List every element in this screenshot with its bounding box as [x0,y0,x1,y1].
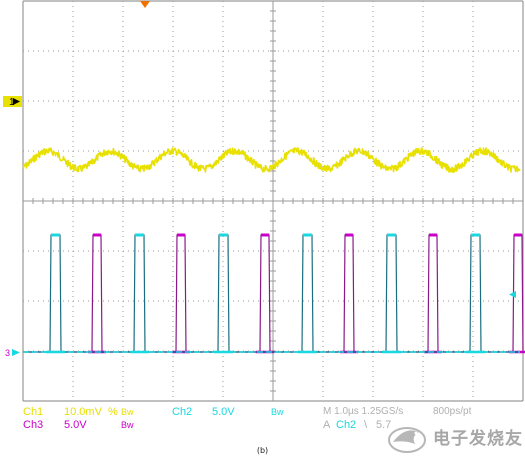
ch2-path [23,234,520,353]
watermark: 电子发烧友 [385,418,525,463]
ch1-bandwidth: Bw [121,407,134,417]
timebase-readout: M 1.0µs 1.25GS/s [323,406,404,417]
ch1-name: Ch1 [23,406,44,418]
ch3-marker-label[interactable]: 3 [5,348,10,358]
ch1-coupling: % [108,406,118,418]
channel-markers: 1 3 [3,1,516,358]
ch2-name: Ch2 [172,406,193,418]
ch1-scale: 10.0mV [64,406,102,418]
ch2-waveform [23,233,520,354]
ch3-marker-arrow-icon [12,349,20,356]
ch2-bandwidth: Bw [271,407,284,417]
ch2-level-arrow-icon[interactable] [509,291,516,298]
trigger-slope-icon: \ [364,419,368,431]
trigger-position-icon[interactable] [140,1,150,8]
ch1-trace-line [22,147,521,174]
graticule-grid [22,0,524,402]
ch1-waveform [22,147,521,174]
sample-interval: 800ps/pt [433,406,472,417]
figure-caption: (b) [256,446,269,455]
ch3-waveform [23,233,525,354]
ch3-scale: 5.0V [64,419,87,431]
ch3-bandwidth: Bw [121,420,134,430]
ch2-scale: 5.0V [212,406,235,418]
trigger-mode: A [323,419,331,431]
ch3-name: Ch3 [23,419,44,431]
oscilloscope-display: 1 3 [3,0,525,402]
trigger-source: Ch2 [336,419,357,431]
status-row-1: Ch1 10.0mV % Bw Ch2 5.0V Bw M 1.0µs 1.25… [0,406,525,418]
